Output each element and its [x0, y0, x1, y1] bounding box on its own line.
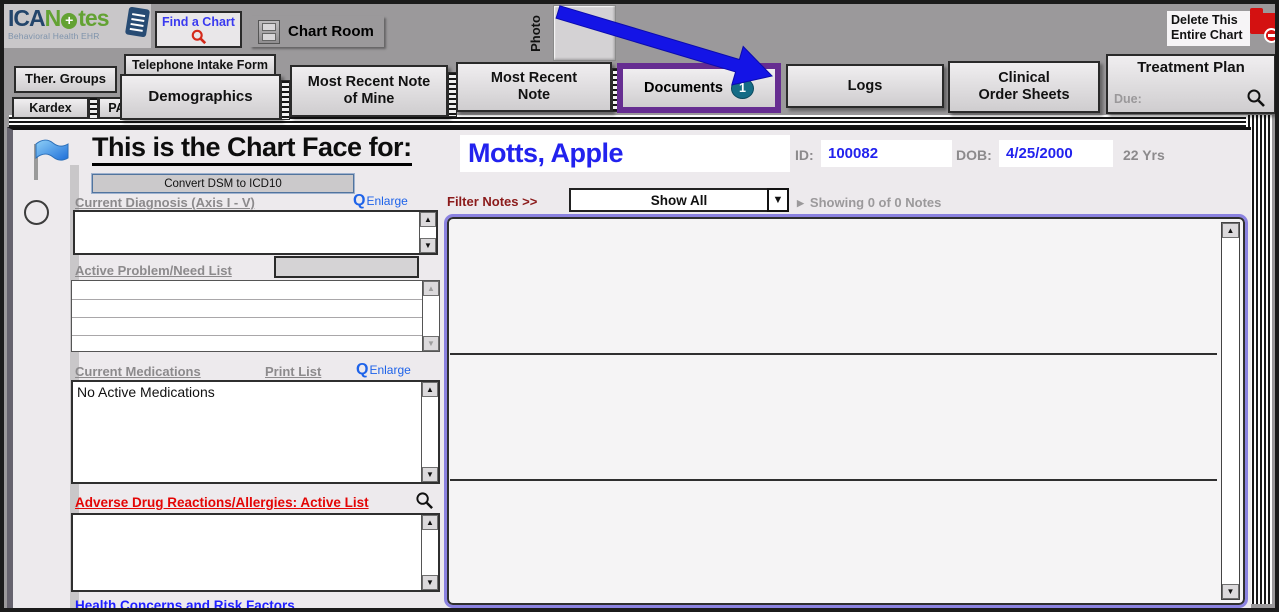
ther-groups-button[interactable]: Ther. Groups	[14, 66, 117, 93]
dropdown-arrow-icon[interactable]	[767, 188, 789, 212]
tab-kardex[interactable]: Kardex	[12, 97, 89, 119]
icanotes-logo: ICAN+tes Behavioral Health EHR	[4, 4, 151, 48]
diagnosis-listbox[interactable]	[73, 210, 438, 255]
scrollbar[interactable]	[419, 212, 436, 253]
allergies-search-icon[interactable]	[415, 491, 434, 510]
medications-listbox[interactable]: No Active Medications	[71, 380, 440, 484]
tab-logs[interactable]: Logs	[786, 64, 944, 108]
patient-name-field[interactable]: Motts, Apple	[460, 135, 790, 172]
scroll-up-button[interactable]	[422, 515, 438, 530]
find-a-chart-button[interactable]: Find a Chart	[155, 11, 242, 48]
scroll-down-button[interactable]	[422, 575, 438, 590]
problem-list-button[interactable]	[274, 256, 419, 278]
enlarge-diagnosis-link[interactable]: QEnlarge	[353, 192, 408, 210]
pointer-arrow	[544, 4, 784, 99]
note-row-divider	[450, 479, 1217, 481]
tab-separator	[89, 97, 98, 119]
treatment-plan-due-label: Due:	[1114, 92, 1142, 106]
search-icon	[190, 29, 208, 45]
flag-icon[interactable]	[29, 137, 69, 183]
tab-clinical-order-sheets[interactable]: Clinical Order Sheets	[948, 61, 1100, 113]
scrollbar[interactable]	[422, 281, 439, 351]
current-medications-label: Current Medications	[75, 364, 201, 379]
scroll-up-button[interactable]	[420, 212, 436, 227]
active-problem-label: Active Problem/Need List	[75, 263, 232, 278]
treatment-plan-search-icon[interactable]	[1246, 88, 1266, 108]
scrollbar[interactable]	[421, 382, 438, 482]
magnifier-icon: Q	[353, 192, 365, 209]
radio-circle[interactable]	[24, 200, 49, 225]
print-list-link[interactable]: Print List	[265, 364, 321, 379]
magnifier-icon: Q	[356, 361, 368, 378]
chart-face-title: This is the Chart Face for:	[92, 133, 412, 166]
allergies-listbox[interactable]	[71, 513, 440, 592]
tab-treatment-plan[interactable]: Treatment Plan Due:	[1106, 54, 1276, 114]
id-label: ID:	[795, 147, 814, 163]
find-a-chart-label: Find a Chart	[157, 15, 240, 29]
chart-room-button[interactable]: Chart Room	[250, 16, 384, 47]
photo-label: Photo	[525, 4, 545, 62]
id-field[interactable]: 100082	[821, 140, 952, 167]
filter-notes-dropdown[interactable]: Show All	[569, 188, 789, 212]
note-row-divider	[450, 353, 1217, 355]
scroll-up-button[interactable]	[1222, 223, 1239, 238]
notes-list-panel[interactable]	[444, 214, 1248, 608]
problem-listbox[interactable]	[71, 280, 440, 352]
notes-scrollbar[interactable]	[1221, 222, 1240, 600]
logo-plus-icon: +	[61, 13, 77, 29]
tab-demographics[interactable]: Demographics	[120, 74, 281, 120]
filter-notes-label: Filter Notes >>	[447, 194, 537, 209]
scroll-up-button[interactable]	[422, 382, 438, 397]
scroll-down-button[interactable]	[422, 467, 438, 482]
minus-icon	[1264, 28, 1279, 43]
icanotes-window: ICAN+tes Behavioral Health EHR Find a Ch…	[0, 0, 1279, 612]
tab-most-recent-note-of-mine[interactable]: Most Recent Note of Mine	[290, 65, 448, 117]
dob-field[interactable]: 4/25/2000	[999, 140, 1113, 167]
scroll-down-button[interactable]	[1222, 584, 1239, 599]
filter-notes-value: Show All	[651, 193, 708, 208]
scroll-down-button[interactable]	[420, 238, 436, 253]
age-label: 22 Yrs	[1123, 147, 1165, 163]
adverse-reactions-label[interactable]: Adverse Drug Reactions/Allergies: Active…	[75, 495, 369, 510]
clipboard-icon	[125, 7, 150, 38]
enlarge-medications-link[interactable]: QEnlarge	[356, 361, 411, 379]
medications-text: No Active Medications	[77, 384, 215, 400]
tab-separator	[281, 80, 290, 120]
scrollbar[interactable]	[421, 515, 438, 590]
showing-notes-status: Showing 0 of 0 Notes	[797, 195, 941, 210]
chart-room-label: Chart Room	[288, 23, 374, 40]
scroll-down-button[interactable]	[423, 336, 439, 351]
chart-face-page: This is the Chart Face for: Motts, Apple…	[7, 127, 1251, 608]
scroll-up-button[interactable]	[423, 281, 439, 296]
dob-label: DOB:	[956, 147, 992, 163]
health-concerns-link[interactable]: Health Concerns and Risk Factors	[75, 598, 295, 612]
current-diagnosis-label: Current Diagnosis (Axis I - V)	[75, 195, 255, 210]
file-cabinet-icon	[258, 20, 280, 44]
delete-entire-chart-button[interactable]: Delete This Entire Chart	[1167, 11, 1250, 46]
convert-dsm-icd10-button[interactable]: Convert DSM to ICD10	[92, 174, 354, 193]
